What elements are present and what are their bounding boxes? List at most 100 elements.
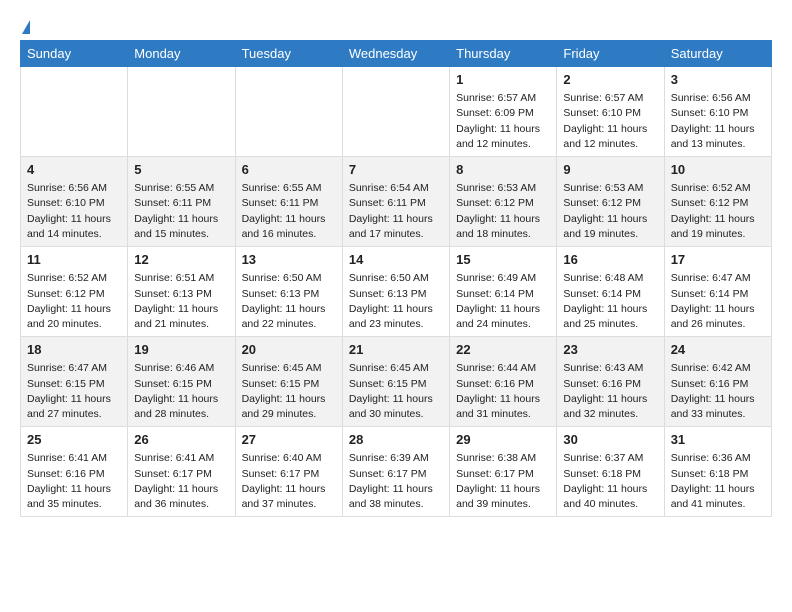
day-info: Sunrise: 6:38 AMSunset: 6:17 PMDaylight:… (456, 451, 550, 512)
day-cell: 1 Sunrise: 6:57 AMSunset: 6:09 PMDaylight… (450, 67, 557, 157)
day-number: 2 (563, 71, 657, 89)
day-cell: 10 Sunrise: 6:52 AMSunset: 6:12 PMDayligh… (664, 157, 771, 247)
day-info: Sunrise: 6:54 AMSunset: 6:11 PMDaylight:… (349, 181, 443, 242)
day-info: Sunrise: 6:48 AMSunset: 6:14 PMDaylight:… (563, 271, 657, 332)
day-cell: 15 Sunrise: 6:49 AMSunset: 6:14 PMDayligh… (450, 247, 557, 337)
day-cell: 19 Sunrise: 6:46 AMSunset: 6:15 PMDayligh… (128, 337, 235, 427)
day-number: 18 (27, 341, 121, 359)
day-info: Sunrise: 6:41 AMSunset: 6:16 PMDaylight:… (27, 451, 121, 512)
day-number: 20 (242, 341, 336, 359)
day-cell: 28 Sunrise: 6:39 AMSunset: 6:17 PMDayligh… (342, 427, 449, 517)
day-number: 8 (456, 161, 550, 179)
day-info: Sunrise: 6:56 AMSunset: 6:10 PMDaylight:… (671, 91, 765, 152)
day-cell (342, 67, 449, 157)
logo (20, 20, 30, 30)
weekday-header-wednesday: Wednesday (342, 41, 449, 67)
day-cell: 6 Sunrise: 6:55 AMSunset: 6:11 PMDaylight… (235, 157, 342, 247)
day-number: 17 (671, 251, 765, 269)
day-number: 4 (27, 161, 121, 179)
week-row-3: 11Sunrise: 6:52 AMSunset: 6:12 PMDayligh… (21, 247, 772, 337)
day-info: Sunrise: 6:57 AMSunset: 6:09 PMDaylight:… (456, 91, 550, 152)
day-cell: 8 Sunrise: 6:53 AMSunset: 6:12 PMDaylight… (450, 157, 557, 247)
day-cell: 22Sunrise: 6:44 AMSunset: 6:16 PMDayligh… (450, 337, 557, 427)
day-info: Sunrise: 6:51 AMSunset: 6:13 PMDaylight:… (134, 271, 228, 332)
day-cell: 14 Sunrise: 6:50 AMSunset: 6:13 PMDayligh… (342, 247, 449, 337)
day-number: 24 (671, 341, 765, 359)
day-cell: 12 Sunrise: 6:51 AMSunset: 6:13 PMDayligh… (128, 247, 235, 337)
day-cell (21, 67, 128, 157)
day-info: Sunrise: 6:43 AMSunset: 6:16 PMDaylight:… (563, 361, 657, 422)
day-number: 31 (671, 431, 765, 449)
day-info: Sunrise: 6:49 AMSunset: 6:14 PMDaylight:… (456, 271, 550, 332)
day-cell: 16 Sunrise: 6:48 AMSunset: 6:14 PMDayligh… (557, 247, 664, 337)
day-cell: 7 Sunrise: 6:54 AMSunset: 6:11 PMDaylight… (342, 157, 449, 247)
day-number: 5 (134, 161, 228, 179)
day-info: Sunrise: 6:36 AMSunset: 6:18 PMDaylight:… (671, 451, 765, 512)
day-info: Sunrise: 6:57 AMSunset: 6:10 PMDaylight:… (563, 91, 657, 152)
day-cell (128, 67, 235, 157)
week-row-4: 18Sunrise: 6:47 AMSunset: 6:15 PMDayligh… (21, 337, 772, 427)
day-number: 26 (134, 431, 228, 449)
day-cell: 3 Sunrise: 6:56 AMSunset: 6:10 PMDaylight… (664, 67, 771, 157)
day-cell: 31 Sunrise: 6:36 AMSunset: 6:18 PMDayligh… (664, 427, 771, 517)
weekday-header-thursday: Thursday (450, 41, 557, 67)
day-cell: 27 Sunrise: 6:40 AMSunset: 6:17 PMDayligh… (235, 427, 342, 517)
week-row-5: 25Sunrise: 6:41 AMSunset: 6:16 PMDayligh… (21, 427, 772, 517)
day-number: 6 (242, 161, 336, 179)
day-info: Sunrise: 6:45 AMSunset: 6:15 PMDaylight:… (242, 361, 336, 422)
day-number: 30 (563, 431, 657, 449)
day-cell: 20 Sunrise: 6:45 AMSunset: 6:15 PMDayligh… (235, 337, 342, 427)
weekday-header-sunday: Sunday (21, 41, 128, 67)
day-info: Sunrise: 6:40 AMSunset: 6:17 PMDaylight:… (242, 451, 336, 512)
day-info: Sunrise: 6:53 AMSunset: 6:12 PMDaylight:… (456, 181, 550, 242)
weekday-header-row: SundayMondayTuesdayWednesdayThursdayFrid… (21, 41, 772, 67)
day-cell: 4 Sunrise: 6:56 AMSunset: 6:10 PMDaylight… (21, 157, 128, 247)
day-info: Sunrise: 6:50 AMSunset: 6:13 PMDaylight:… (242, 271, 336, 332)
day-cell: 25Sunrise: 6:41 AMSunset: 6:16 PMDayligh… (21, 427, 128, 517)
day-info: Sunrise: 6:37 AMSunset: 6:18 PMDaylight:… (563, 451, 657, 512)
week-row-1: 1 Sunrise: 6:57 AMSunset: 6:09 PMDaylight… (21, 67, 772, 157)
day-number: 3 (671, 71, 765, 89)
day-number: 28 (349, 431, 443, 449)
day-number: 10 (671, 161, 765, 179)
day-number: 12 (134, 251, 228, 269)
calendar: SundayMondayTuesdayWednesdayThursdayFrid… (20, 40, 772, 517)
day-number: 1 (456, 71, 550, 89)
weekday-header-friday: Friday (557, 41, 664, 67)
day-info: Sunrise: 6:44 AMSunset: 6:16 PMDaylight:… (456, 361, 550, 422)
day-info: Sunrise: 6:42 AMSunset: 6:16 PMDaylight:… (671, 361, 765, 422)
day-info: Sunrise: 6:56 AMSunset: 6:10 PMDaylight:… (27, 181, 121, 242)
week-row-2: 4 Sunrise: 6:56 AMSunset: 6:10 PMDaylight… (21, 157, 772, 247)
day-cell: 18Sunrise: 6:47 AMSunset: 6:15 PMDayligh… (21, 337, 128, 427)
day-cell: 29 Sunrise: 6:38 AMSunset: 6:17 PMDayligh… (450, 427, 557, 517)
day-info: Sunrise: 6:52 AMSunset: 6:12 PMDaylight:… (671, 181, 765, 242)
day-cell: 5Sunrise: 6:55 AMSunset: 6:11 PMDaylight… (128, 157, 235, 247)
day-info: Sunrise: 6:47 AMSunset: 6:14 PMDaylight:… (671, 271, 765, 332)
day-cell: 2 Sunrise: 6:57 AMSunset: 6:10 PMDaylight… (557, 67, 664, 157)
day-info: Sunrise: 6:39 AMSunset: 6:17 PMDaylight:… (349, 451, 443, 512)
day-cell: 11Sunrise: 6:52 AMSunset: 6:12 PMDayligh… (21, 247, 128, 337)
day-info: Sunrise: 6:45 AMSunset: 6:15 PMDaylight:… (349, 361, 443, 422)
day-number: 15 (456, 251, 550, 269)
day-cell: 30 Sunrise: 6:37 AMSunset: 6:18 PMDayligh… (557, 427, 664, 517)
day-info: Sunrise: 6:41 AMSunset: 6:17 PMDaylight:… (134, 451, 228, 512)
header (20, 20, 772, 30)
day-number: 21 (349, 341, 443, 359)
day-info: Sunrise: 6:46 AMSunset: 6:15 PMDaylight:… (134, 361, 228, 422)
day-number: 7 (349, 161, 443, 179)
day-number: 27 (242, 431, 336, 449)
day-number: 29 (456, 431, 550, 449)
day-cell: 21 Sunrise: 6:45 AMSunset: 6:15 PMDayligh… (342, 337, 449, 427)
day-number: 19 (134, 341, 228, 359)
day-cell: 13Sunrise: 6:50 AMSunset: 6:13 PMDayligh… (235, 247, 342, 337)
day-number: 14 (349, 251, 443, 269)
logo-triangle-icon (22, 20, 30, 34)
day-info: Sunrise: 6:55 AMSunset: 6:11 PMDaylight:… (242, 181, 336, 242)
day-info: Sunrise: 6:50 AMSunset: 6:13 PMDaylight:… (349, 271, 443, 332)
day-number: 16 (563, 251, 657, 269)
day-cell: 9Sunrise: 6:53 AMSunset: 6:12 PMDaylight… (557, 157, 664, 247)
day-cell: 23Sunrise: 6:43 AMSunset: 6:16 PMDayligh… (557, 337, 664, 427)
day-number: 9 (563, 161, 657, 179)
day-cell: 26 Sunrise: 6:41 AMSunset: 6:17 PMDayligh… (128, 427, 235, 517)
day-info: Sunrise: 6:52 AMSunset: 6:12 PMDaylight:… (27, 271, 121, 332)
